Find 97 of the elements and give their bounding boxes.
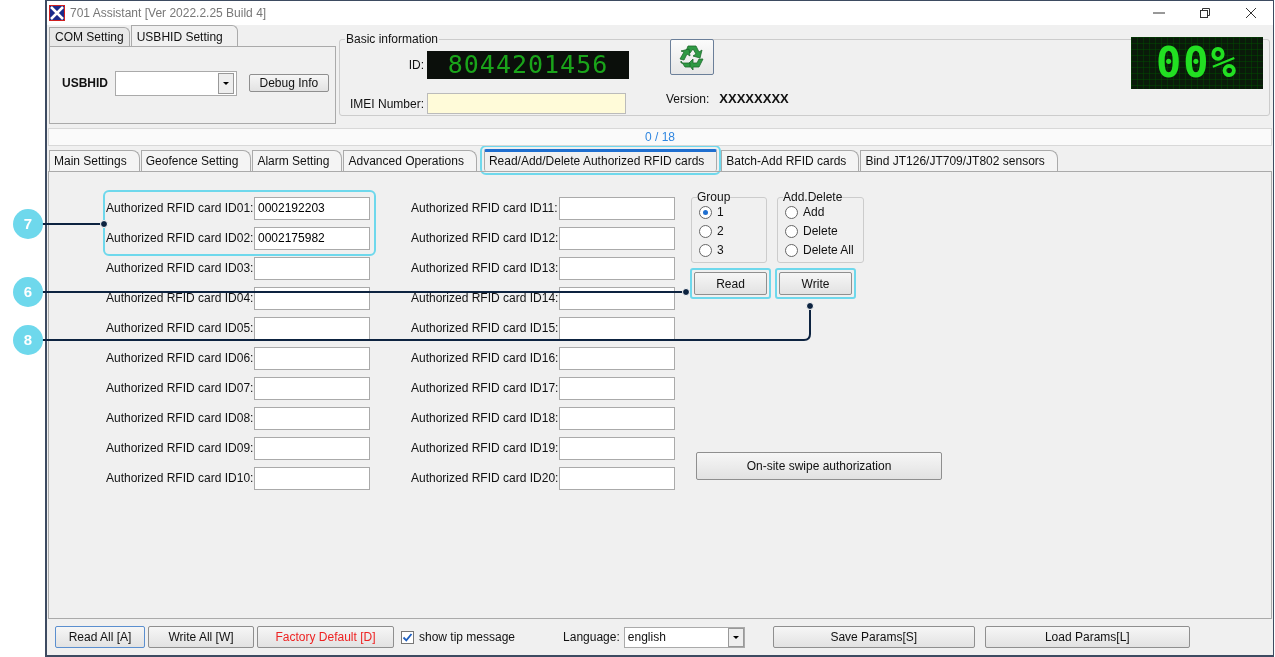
tab[interactable]: Batch-Add RFID cards: [721, 150, 860, 171]
radio-button[interactable]: [699, 224, 712, 238]
usbhid-label: USBHID: [62, 76, 108, 90]
card-id-field[interactable]: [254, 316, 370, 340]
card-id-label: Authorized RFID card ID18:: [411, 411, 556, 425]
radio-button[interactable]: [785, 205, 798, 219]
footer-button[interactable]: Factory Default [D]: [257, 626, 394, 648]
card-id-field[interactable]: [559, 286, 675, 310]
card-id-field[interactable]: [254, 346, 370, 370]
save-params-button[interactable]: Save Params[S]: [772, 626, 975, 648]
card-id-label: Authorized RFID card ID14:: [411, 291, 556, 305]
footer-button[interactable]: Read All [A]: [55, 626, 145, 648]
card-id-label: Authorized RFID card ID19:: [411, 441, 556, 455]
radio-option[interactable]: 1: [699, 204, 760, 220]
card-id-field[interactable]: [559, 256, 675, 280]
connection-tab[interactable]: USBHID Setting: [130, 25, 238, 46]
window-title: 701 Assistant [Ver 2022.2.25 Build 4]: [70, 6, 267, 20]
card-id-field[interactable]: [559, 346, 675, 370]
leader-line: [41, 220, 108, 228]
callout-badge: 6: [13, 277, 43, 307]
card-id-label: Authorized RFID card ID20:: [411, 471, 556, 485]
swipe-authorization-button[interactable]: On-site swipe authorization: [696, 452, 942, 480]
group-title: Add.Delete: [783, 190, 843, 204]
card-id-field[interactable]: [559, 196, 675, 220]
read-button[interactable]: Read: [694, 272, 767, 295]
basic-information-title: Basic information: [345, 32, 440, 46]
card-id-field[interactable]: [254, 286, 370, 310]
card-id-label: Authorized RFID card ID08:: [106, 411, 251, 425]
card-id-label: Authorized RFID card ID05:: [106, 321, 251, 335]
footer-button[interactable]: Write All [W]: [148, 626, 254, 648]
refresh-button[interactable]: [670, 39, 714, 75]
card-id-field[interactable]: 0002175982: [254, 226, 370, 250]
card-id-label: Authorized RFID card ID15:: [411, 321, 556, 335]
tab[interactable]: Advanced Operations: [343, 150, 477, 171]
recycle-icon: [677, 43, 707, 71]
id-display: 8044201456: [427, 51, 629, 79]
imei-field[interactable]: [427, 93, 626, 114]
id-label: ID:: [407, 58, 424, 72]
card-id-field[interactable]: [559, 376, 675, 400]
card-id-field[interactable]: [254, 466, 370, 490]
restore-icon[interactable]: [1199, 7, 1211, 19]
percent-display: 00%: [1131, 37, 1263, 89]
radio-option[interactable]: 2: [699, 223, 760, 239]
card-id-field[interactable]: 0002192203: [254, 196, 370, 220]
caret-icon: [217, 72, 234, 94]
group-title: Group: [697, 190, 731, 204]
radio-button[interactable]: [785, 224, 798, 238]
radio-option[interactable]: Delete All: [785, 242, 857, 258]
language-dropdown[interactable]: english: [623, 626, 745, 648]
card-id-label: Authorized RFID card ID09:: [106, 441, 251, 455]
card-id-field[interactable]: [254, 376, 370, 400]
write-button[interactable]: Write: [779, 272, 852, 295]
card-id-field[interactable]: [559, 406, 675, 430]
card-id-label: Authorized RFID card ID02:: [106, 231, 251, 245]
card-id-label: Authorized RFID card ID17:: [411, 381, 556, 395]
card-id-label: Authorized RFID card ID07:: [106, 381, 251, 395]
connection-tab[interactable]: COM Setting: [49, 27, 130, 46]
tab[interactable]: Main Settings: [49, 150, 140, 171]
load-params-button[interactable]: Load Params[L]: [984, 626, 1190, 648]
card-id-field[interactable]: [559, 316, 675, 340]
card-id-label: Authorized RFID card ID01:: [106, 201, 251, 215]
checkbox[interactable]: [401, 630, 414, 644]
card-id-field[interactable]: [254, 256, 370, 280]
card-id-label: Authorized RFID card ID04:: [106, 291, 251, 305]
card-id-field[interactable]: [254, 436, 370, 460]
callout-badge: 8: [13, 325, 43, 355]
card-id-label: Authorized RFID card ID10:: [106, 471, 251, 485]
radio-option[interactable]: Delete: [785, 223, 857, 239]
callout-badge: 7: [13, 209, 43, 239]
card-id-field[interactable]: [559, 226, 675, 250]
close-icon[interactable]: [1245, 7, 1257, 19]
progress-count: 0 / 18: [645, 130, 675, 144]
card-id-field[interactable]: [559, 466, 675, 490]
show-tip-label: show tip message: [419, 630, 516, 644]
caret-icon: [727, 627, 744, 647]
tab[interactable]: Alarm Setting: [252, 150, 343, 171]
card-id-label: Authorized RFID card ID11:: [411, 201, 556, 215]
version-label: Version:: [666, 91, 710, 106]
card-id-label: Authorized RFID card ID03:: [106, 261, 251, 275]
card-id-field[interactable]: [559, 436, 675, 460]
radio-button[interactable]: [785, 243, 798, 257]
tab[interactable]: Bind JT126/JT709/JT802 sensors: [860, 150, 1058, 171]
radio-option[interactable]: Add: [785, 204, 857, 220]
usbhid-dropdown[interactable]: [115, 70, 237, 96]
version-value: XXXXXXXX: [719, 91, 789, 106]
card-id-label: Authorized RFID card ID16:: [411, 351, 556, 365]
card-id-field[interactable]: [254, 406, 370, 430]
card-id-label: Authorized RFID card ID13:: [411, 261, 556, 275]
debug-info-button[interactable]: Debug Info: [248, 74, 329, 92]
language-label: Language:: [563, 630, 620, 644]
radio-button[interactable]: [699, 243, 712, 257]
imei-label: IMEI Number:: [349, 96, 424, 111]
card-id-label: Authorized RFID card ID06:: [106, 351, 251, 365]
radio-option[interactable]: 3: [699, 242, 760, 258]
tab[interactable]: Geofence Setting: [140, 150, 252, 171]
radio-button[interactable]: [699, 205, 712, 219]
card-id-label: Authorized RFID card ID12:: [411, 231, 556, 245]
